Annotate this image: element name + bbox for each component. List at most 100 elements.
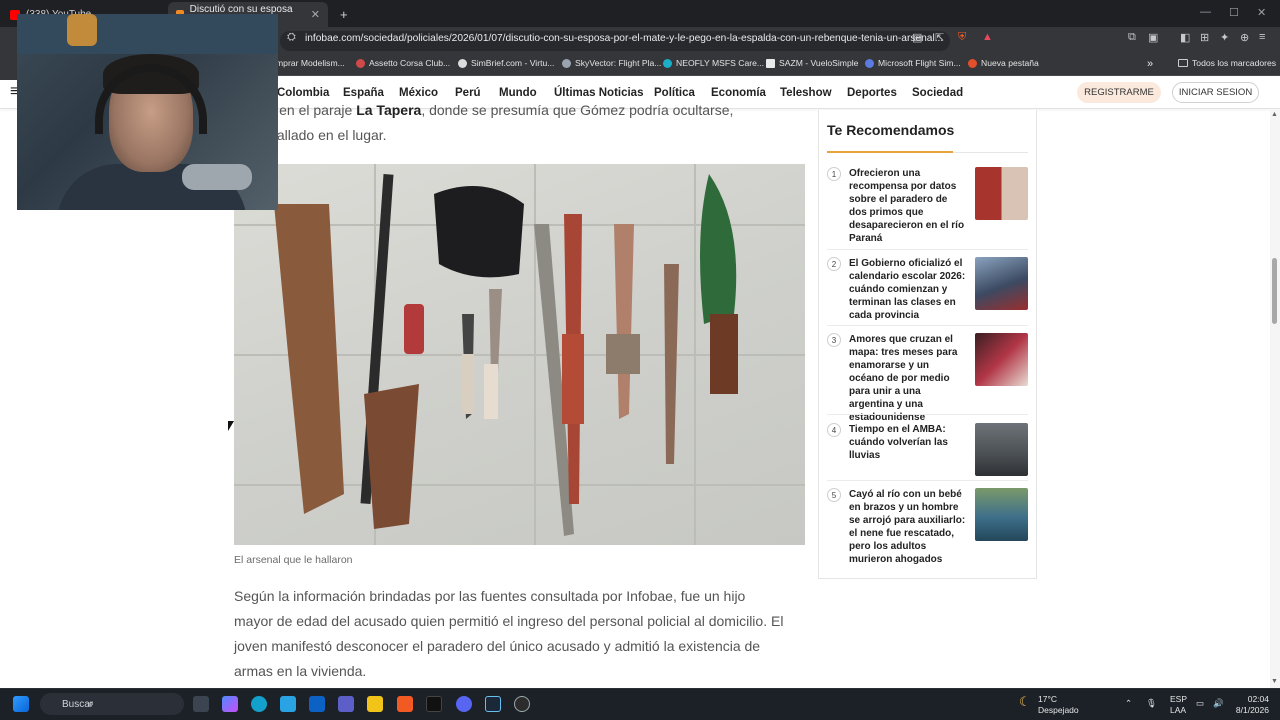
rec-item-5-title[interactable]: Cayó al río con un bebé en brazos y un h… (849, 488, 966, 566)
reader-icon[interactable]: ▤ (912, 31, 922, 44)
bookmark-3[interactable]: SimBrief.com - Virtu... (458, 58, 554, 68)
all-bookmarks-button[interactable]: Todos los marcadores (1178, 58, 1276, 68)
divider (827, 414, 1028, 415)
obs-icon[interactable] (514, 696, 530, 712)
bookmark-2[interactable]: Assetto Corsa Club... (356, 58, 450, 68)
nav-deportes[interactable]: Deportes (847, 87, 897, 99)
nav-teleshow[interactable]: Teleshow (780, 87, 832, 99)
rec-item-2-title[interactable]: El Gobierno oficializó el calendario esc… (849, 257, 966, 322)
clock-date: 8/1/2026 (1235, 705, 1269, 715)
bookmark-favicon-icon (865, 58, 874, 68)
scroll-down-icon[interactable]: ▼ (1271, 678, 1278, 685)
rec-item-1-thumbnail[interactable] (975, 167, 1028, 220)
file-explorer-icon[interactable] (367, 696, 383, 712)
lang-layout: LAA (1170, 705, 1187, 715)
volume-icon[interactable]: 🔊 (1213, 698, 1224, 709)
teams-icon[interactable] (338, 696, 354, 712)
share-icon[interactable]: ⇱ (935, 31, 944, 44)
url-text[interactable]: infobae.com/sociedad/policiales/2026/01/… (305, 33, 943, 44)
bookmark-5[interactable]: NEOFLY MSFS Care... (663, 58, 764, 68)
clock[interactable]: 02:04 8/1/2026 (1233, 694, 1269, 716)
place-name: La Tapera (356, 102, 422, 118)
login-button[interactable]: INICIAR SESION (1172, 82, 1259, 103)
bookmark-label: NEOFLY MSFS Care... (676, 58, 765, 68)
taskbar-search[interactable]: ⌕ Buscar (40, 693, 184, 715)
close-window-icon[interactable]: ✕ (1257, 6, 1266, 19)
microphone-icon (182, 164, 252, 190)
bookmark-label: mprar Modelism... (276, 58, 345, 68)
new-tab-button[interactable]: + (332, 2, 352, 27)
nav-sociedad[interactable]: Sociedad (912, 87, 963, 99)
divider (827, 480, 1028, 481)
wallet-icon[interactable]: ▣ (1148, 31, 1158, 44)
bookmark-7[interactable]: Microsoft Flight Sim... (865, 58, 961, 68)
sidebar-icon[interactable]: ◧ (1180, 31, 1190, 44)
rec-item-4-thumbnail[interactable] (975, 423, 1028, 476)
edge-icon[interactable] (251, 696, 267, 712)
rec-item-4-title[interactable]: Tiempo en el AMBA: cuándo volverían las … (849, 423, 966, 462)
menu-icon[interactable]: ≡ (1259, 31, 1265, 43)
tab-search-icon[interactable]: ⊞ (1200, 31, 1209, 44)
background-shelf (17, 14, 278, 54)
discord-icon[interactable] (456, 696, 472, 712)
bookmark-label: Microsoft Flight Sim... (878, 58, 961, 68)
divider (827, 325, 1028, 326)
maximize-icon[interactable]: ☐ (1229, 6, 1239, 19)
bookmark-favicon-icon (766, 58, 775, 68)
bookmark-1[interactable]: mprar Modelism... (276, 58, 345, 68)
task-view-icon[interactable] (193, 696, 209, 712)
article-photo (234, 164, 805, 545)
bookmarks-overflow-button[interactable]: » (1147, 58, 1153, 70)
folder-icon (1178, 59, 1188, 67)
brave-rewards-icon[interactable]: ▲ (982, 31, 993, 43)
rec-number: 1 (827, 167, 841, 181)
minimize-icon[interactable]: — (1200, 6, 1211, 18)
brave-icon[interactable] (397, 696, 413, 712)
language-indicator[interactable]: ESP LAA (1170, 694, 1187, 716)
mic-tray-icon[interactable]: 🎙 (1146, 698, 1157, 709)
outlook-icon[interactable] (309, 696, 325, 712)
rec-number: 5 (827, 488, 841, 502)
vpn-icon[interactable]: ⊕ (1240, 31, 1249, 44)
weather-moon-icon: ☾ (1019, 694, 1031, 709)
rec-item-3-thumbnail[interactable] (975, 333, 1028, 386)
search-icon: ⌕ (88, 697, 95, 710)
recommendations-title: Te Recomendamos (827, 122, 955, 138)
site-info-icon[interactable]: ⛭ (287, 31, 296, 44)
article-paragraph: Según la información brindadas por las f… (234, 584, 804, 684)
webcam-overlay (17, 14, 278, 210)
bookmark-6[interactable]: SAZM - VueloSimple (766, 58, 858, 68)
scrollbar-thumb[interactable] (1272, 258, 1277, 324)
rec-item-1-title[interactable]: Ofrecieron una recompensa por datos sobr… (849, 167, 966, 245)
store-icon[interactable] (280, 696, 296, 712)
article-text-top: vienda en el paraje La Tapera, donde se … (234, 98, 733, 123)
scroll-up-icon[interactable]: ▲ (1271, 111, 1278, 118)
rec-item-2-thumbnail[interactable] (975, 257, 1028, 310)
bookmark-label: SimBrief.com - Virtu... (471, 58, 555, 68)
steam-icon[interactable] (485, 696, 501, 712)
weather-widget[interactable]: 17°C Despejado (1038, 694, 1079, 716)
register-button[interactable]: REGISTRARME (1077, 82, 1161, 103)
brave-shield-icon[interactable]: ⛨ (958, 31, 966, 44)
clock-time: 02:04 (1247, 694, 1269, 704)
windows-taskbar (0, 688, 1280, 720)
rec-item-5-thumbnail[interactable] (975, 488, 1028, 541)
network-icon[interactable]: ▭ (1196, 698, 1204, 709)
leo-ai-icon[interactable]: ✦ (1220, 31, 1229, 44)
windows-start-icon[interactable] (13, 696, 29, 712)
bookmark-label: SkyVector: Flight Pla... (575, 58, 662, 68)
close-tab-icon[interactable]: ✕ (311, 8, 320, 21)
bookmark-favicon-icon (663, 58, 672, 68)
copilot-icon[interactable] (222, 696, 238, 712)
tray-overflow-icon[interactable]: ⌃ (1125, 698, 1132, 709)
page-scrollbar[interactable] (1270, 110, 1280, 688)
accent-underline (827, 151, 953, 153)
bookmark-8[interactable]: Nueva pestaña (968, 58, 1039, 68)
background-figure (67, 14, 97, 46)
rec-item-3-title[interactable]: Amores que cruzan el mapa: tres meses pa… (849, 333, 966, 424)
extensions-icon[interactable]: ⧉ (1128, 31, 1136, 44)
rec-number: 3 (827, 333, 841, 347)
bookmark-4[interactable]: SkyVector: Flight Pla... (562, 58, 661, 68)
capcut-icon[interactable] (426, 696, 442, 712)
lang-code: ESP (1170, 694, 1188, 704)
